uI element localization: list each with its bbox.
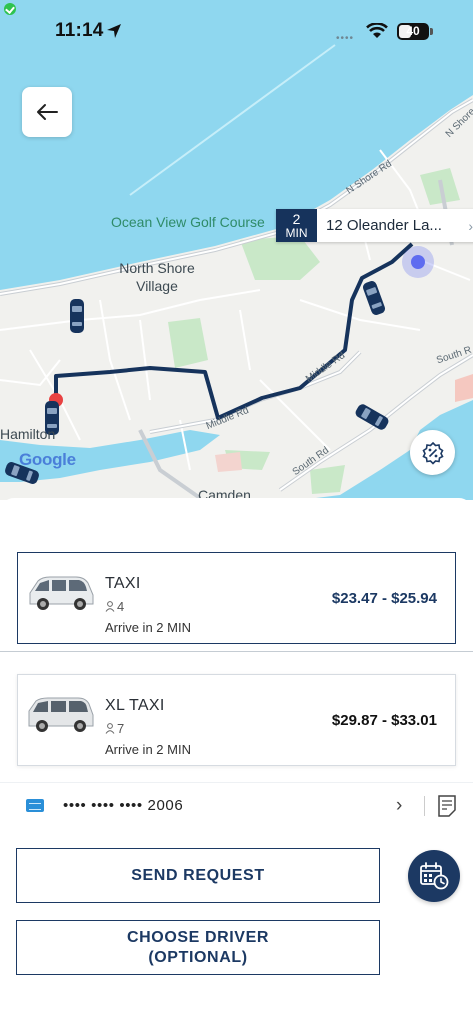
ride-arrival: Arrive in 2 MIN [105, 742, 191, 757]
separator [424, 796, 425, 816]
pickup-eta-callout[interactable]: 2 MIN 12 Oleander La... › [276, 209, 473, 242]
hamilton-label: Hamilton [0, 426, 56, 442]
village-label-text: North Shore Village [119, 260, 195, 294]
divider [0, 651, 473, 652]
ride-price: $29.87 - $33.01 [331, 712, 437, 729]
ride-option-taxi[interactable]: TAXI 4 Arrive in 2 MIN $23.47 - $25.94 [17, 552, 456, 644]
ride-option-xl-taxi[interactable]: XL TAXI 7 Arrive in 2 MIN $29.87 - $33.0… [17, 674, 456, 766]
status-check-icon [4, 3, 16, 15]
minivan-icon [29, 576, 94, 610]
golf-course-label: Ocean View Golf Course [111, 214, 265, 230]
google-logo-text: Google [19, 450, 76, 469]
ride-price: $23.47 - $25.94 [331, 590, 437, 607]
choose-driver-button[interactable]: CHOOSE DRIVER (OPTIONAL) [16, 920, 380, 975]
eta-unit: MIN [285, 225, 308, 240]
back-button[interactable] [22, 87, 72, 137]
arrow-left-icon [37, 104, 58, 120]
calendar-clock-icon [420, 862, 449, 890]
ride-options-sheet: TAXI 4 Arrive in 2 MIN $23.47 - $25.94 X… [0, 498, 473, 1024]
status-time: 11:14 [55, 20, 104, 41]
taxi-car-icon [70, 299, 84, 333]
ride-seats-count: 7 [117, 721, 125, 736]
promo-button[interactable] [410, 430, 455, 475]
battery-label: 40 [406, 24, 420, 38]
send-request-button[interactable]: SEND REQUEST [16, 848, 380, 903]
chevron-right-icon: › [396, 795, 403, 816]
discount-badge-icon [421, 441, 444, 465]
ride-seats: 7 [105, 721, 124, 736]
ride-name: TAXI [105, 575, 141, 592]
map-canvas [0, 44, 473, 500]
google-logo: Google [19, 450, 76, 470]
cellular-signal-icon: •••• [336, 33, 355, 44]
status-bar: 11:14 •••• 40 [0, 0, 473, 62]
card-number: •••• •••• •••• 2006 [63, 797, 184, 814]
village-label: North Shore Village [108, 259, 206, 295]
minivan-icon [28, 697, 94, 732]
payment-method-row[interactable]: •••• •••• •••• 2006 › [0, 782, 473, 828]
chevron-right-icon: › [468, 218, 473, 234]
person-icon [105, 723, 115, 734]
ride-seats: 4 [105, 599, 124, 614]
choose-driver-label: CHOOSE DRIVER [126, 928, 270, 946]
ride-seats-count: 4 [117, 599, 125, 614]
ride-arrival: Arrive in 2 MIN [105, 620, 191, 635]
location-arrow-icon [107, 24, 121, 38]
wifi-icon [366, 23, 388, 38]
ride-name: XL TAXI [105, 697, 165, 714]
schedule-ride-button[interactable] [408, 850, 460, 902]
person-icon [105, 601, 115, 612]
battery-icon: 40 [397, 23, 433, 40]
note-icon[interactable] [437, 795, 457, 817]
pickup-address: 12 Oleander La... [326, 217, 442, 234]
choose-driver-optional-label: (OPTIONAL) [148, 948, 248, 966]
eta-badge: 2 MIN [276, 209, 317, 242]
eta-minutes: 2 [292, 210, 301, 227]
credit-card-icon [26, 799, 44, 812]
map-view[interactable]: Ocean View Golf Course North Shore Villa… [0, 0, 473, 500]
